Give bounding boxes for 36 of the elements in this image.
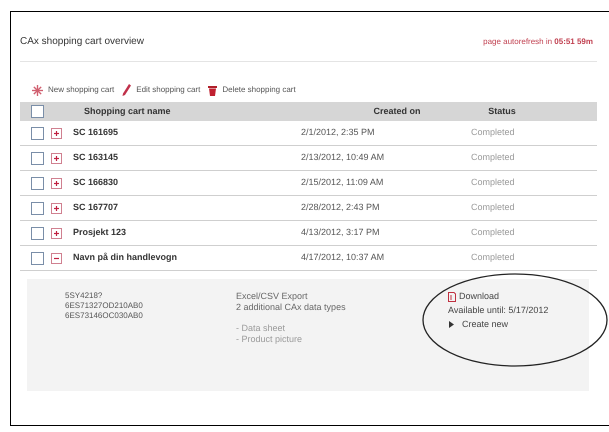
cart-name: Prosjekt 123: [73, 226, 128, 240]
product-code: 6ES73146OC030AB0: [65, 311, 144, 321]
export-item: - Data sheet: [236, 323, 286, 334]
created-date: 2/15/2012, 11:09 AM: [301, 176, 384, 190]
created-date: 2/1/2012, 2:35 PM: [301, 126, 376, 140]
column-header: Shopping cart name: [84, 104, 172, 118]
toolbar-link[interactable]: Edit shopping cart: [136, 84, 200, 96]
product-code: 6ES71327OD210AB0: [65, 301, 144, 311]
autorefresh-text: page autorefresh in 05:51 59m: [483, 36, 594, 48]
export-subtitle: 2 additional CAx data types: [236, 302, 347, 313]
status-text: Completed: [471, 201, 515, 214]
availability-text: Available until: 5/17/2012: [448, 305, 548, 316]
cart-name: SC 161695: [73, 126, 120, 140]
created-date: 4/13/2012, 3:17 PM: [301, 226, 381, 240]
cart-name: SC 167707: [73, 201, 120, 214]
export-title: Excel/CSV Export: [236, 291, 309, 302]
column-header: Status: [487, 104, 517, 118]
page-title: CAx shopping cart overview: [20, 35, 144, 49]
status-text: Completed: [471, 226, 515, 240]
cart-name: SC 163145: [73, 151, 120, 164]
created-date: 2/28/2012, 2:43 PM: [301, 201, 381, 214]
cart-name: SC 166830: [73, 176, 120, 190]
status-text: Completed: [471, 151, 515, 164]
export-item: - Product picture: [236, 334, 304, 345]
toolbar-link[interactable]: New shopping cart: [48, 84, 114, 96]
created-date: 2/13/2012, 10:49 AM: [301, 151, 386, 164]
column-header: Created on: [372, 104, 422, 118]
status-text: Completed: [471, 251, 515, 264]
cart-name: Navn på din handlevogn: [73, 251, 178, 264]
toolbar-link[interactable]: Delete shopping cart: [222, 84, 296, 96]
status-text: Completed: [471, 126, 515, 140]
download-link[interactable]: Download: [459, 291, 500, 302]
status-text: Completed: [471, 176, 515, 190]
create-new-link[interactable]: Create new: [462, 319, 508, 330]
product-code: 5SY4218?: [65, 291, 104, 301]
created-date: 4/17/2012, 10:37 AM: [301, 251, 386, 264]
